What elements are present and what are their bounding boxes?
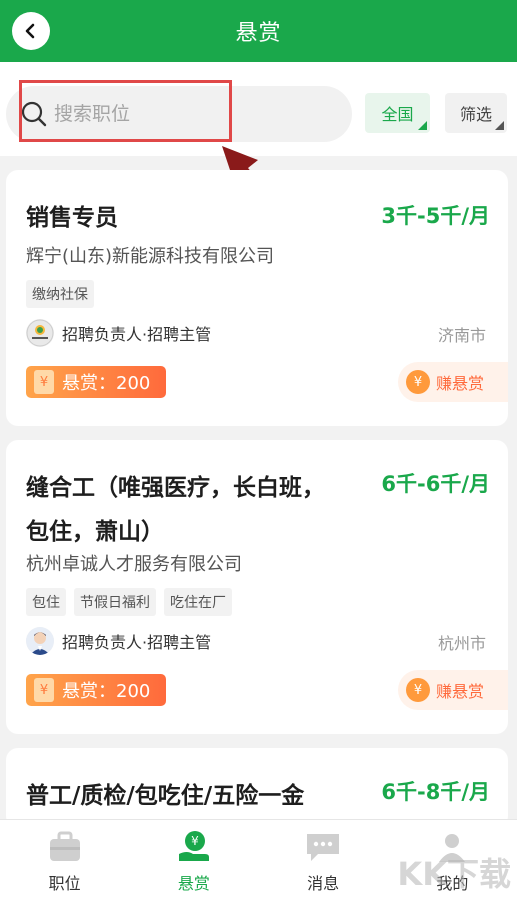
- nav-item-messages[interactable]: 消息: [259, 820, 388, 899]
- job-card[interactable]: 缝合工（唯强医疗，长白班， 包住，萧山） 6千-6千/月 杭州卓诚人才服务有限公…: [6, 440, 508, 734]
- svg-text:¥: ¥: [191, 834, 199, 848]
- reward-badge: ¥ 悬赏：200: [26, 674, 166, 706]
- nav-label: 消息: [307, 874, 340, 893]
- briefcase-icon: [49, 831, 80, 861]
- job-card[interactable]: 普工/质检/包吃住/五险一金 6千-8千/月: [6, 748, 508, 828]
- search-input[interactable]: [54, 94, 334, 134]
- search-box[interactable]: [6, 86, 352, 142]
- coin-icon: ¥: [406, 370, 430, 394]
- job-salary: 6千-6千/月: [381, 472, 490, 496]
- reward-hand-icon: ¥: [178, 831, 209, 861]
- recruiter-avatar: [26, 627, 54, 655]
- earn-reward-button[interactable]: ¥ 赚悬赏: [398, 670, 508, 710]
- recruiter-row: 招聘负责人·招聘主管: [26, 627, 211, 655]
- chevron-left-icon: [25, 23, 35, 39]
- corner-triangle-icon: [418, 121, 427, 130]
- job-title-line: 缝合工（唯强医疗，长白班，: [26, 475, 325, 501]
- job-title: 销售专员: [26, 205, 118, 231]
- job-title-line: 包住，萧山）: [26, 519, 164, 545]
- company-name: 辉宁(山东)新能源科技有限公司: [26, 246, 275, 267]
- earn-reward-label: 赚悬赏: [436, 374, 485, 393]
- reward-ticket-icon: ¥: [34, 678, 54, 702]
- nav-item-jobs[interactable]: 职位: [0, 820, 129, 899]
- nav-item-profile[interactable]: 我的: [388, 820, 517, 899]
- nav-label: 悬赏: [177, 874, 210, 893]
- job-tags: 包住 节假日福利 吃住在厂: [26, 588, 232, 616]
- profile-icon: [439, 834, 466, 862]
- recruiter-row: 招聘负责人·招聘主管: [26, 319, 211, 347]
- company-logo-avatar: [26, 319, 54, 347]
- reward-amount: 悬赏：200: [62, 373, 151, 394]
- earn-reward-label: 赚悬赏: [436, 682, 485, 701]
- nav-label: 我的: [436, 874, 469, 893]
- recruiter-text: 招聘负责人·招聘主管: [62, 325, 212, 344]
- message-icon: [307, 834, 340, 861]
- nav-item-reward[interactable]: ¥ 悬赏: [129, 820, 258, 899]
- job-card[interactable]: 销售专员 3千-5千/月 辉宁(山东)新能源科技有限公司 缴纳社保 招聘负责人·…: [6, 170, 508, 426]
- page-title: 悬赏: [235, 21, 282, 46]
- job-city: 杭州市: [437, 634, 486, 653]
- job-salary: 3千-5千/月: [381, 204, 490, 228]
- job-tags: 缴纳社保: [26, 280, 94, 308]
- job-city: 济南市: [437, 326, 486, 345]
- screen-filter-button[interactable]: 筛选: [445, 93, 507, 133]
- recruiter-text: 招聘负责人·招聘主管: [62, 633, 212, 652]
- job-salary: 6千-8千/月: [381, 780, 490, 804]
- reward-amount: 悬赏：200: [62, 681, 151, 702]
- region-filter-button[interactable]: 全国: [365, 93, 430, 133]
- nav-label: 职位: [48, 874, 81, 893]
- company-name: 杭州卓诚人才服务有限公司: [26, 554, 242, 575]
- search-icon: [21, 101, 47, 127]
- screen-filter-label: 筛选: [459, 105, 492, 124]
- job-tag: 节假日福利: [74, 588, 156, 616]
- job-tag: 包住: [26, 588, 66, 616]
- bottom-nav: 职位 ¥ 悬赏 消息 我的 KK下载: [0, 819, 517, 899]
- job-title: 缝合工（唯强医疗，长白班， 包住，萧山）: [26, 468, 366, 552]
- job-tag: 缴纳社保: [26, 280, 94, 308]
- earn-reward-button[interactable]: ¥ 赚悬赏: [398, 362, 508, 402]
- job-tag: 吃住在厂: [164, 588, 232, 616]
- corner-triangle-icon: [495, 121, 504, 130]
- reward-ticket-icon: ¥: [34, 370, 54, 394]
- back-button[interactable]: [12, 12, 50, 50]
- region-filter-label: 全国: [381, 105, 414, 124]
- app-header: 悬赏: [0, 0, 517, 62]
- coin-icon: ¥: [406, 678, 430, 702]
- job-title: 普工/质检/包吃住/五险一金: [26, 783, 305, 809]
- reward-badge: ¥ 悬赏：200: [26, 366, 166, 398]
